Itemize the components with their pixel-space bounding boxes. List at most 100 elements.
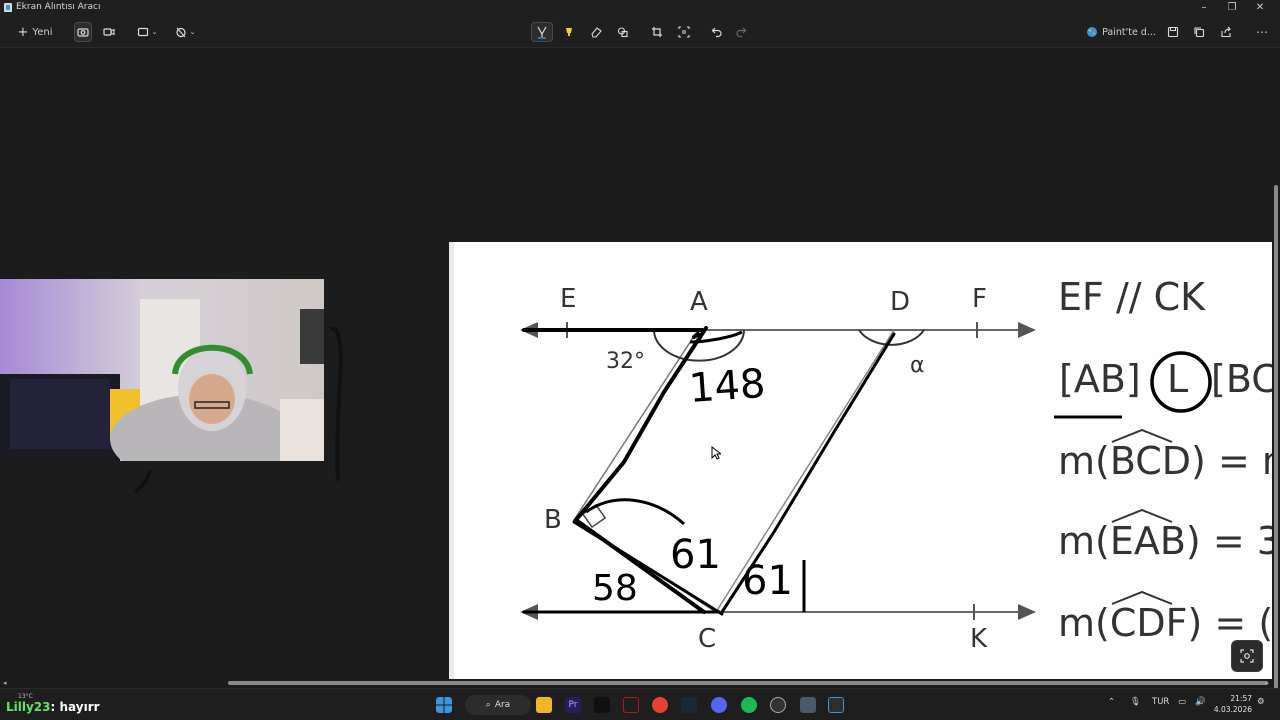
title-bar: Ekran Alıntısı Aracı – ❐ ✕: [0, 0, 1280, 16]
crop-button[interactable]: [648, 22, 666, 42]
obs-studio-icon[interactable]: [770, 697, 786, 713]
point-label-a: A: [690, 287, 708, 317]
shapes-icon: [617, 27, 628, 38]
scroll-left-icon[interactable]: ◂: [3, 679, 7, 687]
handwritten-58: 58: [592, 568, 638, 609]
netflix-icon[interactable]: [623, 697, 639, 713]
camera-icon: [77, 28, 89, 37]
open-in-paint-label: Paint'te d...: [1102, 26, 1156, 38]
screenshot-mode-button[interactable]: [74, 22, 92, 42]
given-m-bcd: m(BCD) = m: [1058, 439, 1272, 483]
webcam-feed-image: [0, 279, 324, 461]
geometry-figure: E A D F B C K 32° α 148 61 61 58 EF // C…: [520, 275, 1272, 654]
chat-separator: :: [50, 700, 60, 714]
snipping-tool-taskbar-icon[interactable]: [828, 697, 844, 713]
snipping-tool-app-icon: [4, 3, 12, 12]
visual-search-icon: [1240, 649, 1254, 663]
toolbar: + Yeni ⌄ ⌄ Paint'te d... ⋯: [0, 16, 1280, 48]
window-title: Ekran Alıntısı Aracı: [16, 2, 101, 12]
taskbar: ⌕ Ara Pr ⌃ 🎙 TUR ▭ 🔊 21:57 4.03.2026 ⚙: [0, 688, 1280, 720]
horizontal-scrollbar[interactable]: ◂ ▸: [0, 679, 1272, 687]
undo-button[interactable]: [708, 22, 726, 42]
chevron-down-icon: ⌄: [151, 28, 158, 36]
point-label-f: F: [972, 284, 987, 314]
tradingview-icon[interactable]: [594, 697, 610, 713]
snip-shape-dropdown[interactable]: ⌄: [134, 22, 160, 42]
crop-icon: [652, 27, 662, 37]
rectangle-select-icon: [137, 27, 148, 37]
given-m-cdf: m(CDF) = (: [1058, 601, 1272, 645]
point-label-k: K: [970, 624, 988, 654]
network-icon[interactable]: ▭: [1178, 697, 1186, 707]
taskbar-search[interactable]: ⌕ Ara: [465, 695, 531, 715]
delay-dropdown[interactable]: ⌄: [172, 22, 198, 42]
restore-button[interactable]: ❐: [1218, 1, 1246, 15]
save-icon: [1167, 26, 1179, 38]
taskbar-clock[interactable]: 21:57 4.03.2026: [1212, 693, 1252, 715]
visual-search-button[interactable]: [1231, 640, 1263, 672]
tray-overflow-chevron-icon[interactable]: ⌃: [1108, 697, 1115, 707]
weather-badge: 13°C: [18, 693, 33, 700]
angle-32-label: 32°: [606, 349, 645, 374]
text-actions-icon: [678, 26, 690, 38]
point-label-b: B: [544, 505, 562, 535]
given-perp-ab: [AB]: [1059, 357, 1141, 401]
chat-overlay-message: Lilly23: hayırr: [6, 700, 100, 714]
given-perp-symbol: L: [1167, 357, 1188, 401]
given-parallel: EF // CK: [1058, 275, 1206, 319]
video-mode-button[interactable]: [100, 22, 118, 42]
handwritten-61-right: 61: [742, 558, 793, 604]
redo-icon: [736, 27, 747, 38]
handwritten-61-left: 61: [670, 532, 721, 578]
vertical-scrollbar[interactable]: [1272, 49, 1280, 693]
close-button[interactable]: ✕: [1246, 1, 1274, 15]
given-perp-bc: [BC]: [1211, 357, 1272, 401]
new-snip-button[interactable]: + Yeni: [14, 22, 56, 42]
mouse-cursor-icon: [711, 446, 721, 460]
new-snip-label: Yeni: [32, 26, 53, 38]
microphone-icon[interactable]: 🎙: [1130, 697, 1141, 707]
point-label-c: C: [698, 624, 716, 654]
open-in-paint-button[interactable]: Paint'te d...: [1086, 22, 1156, 42]
eraser-button[interactable]: [587, 22, 605, 42]
more-options-icon[interactable]: ⋯: [1253, 22, 1271, 42]
windows-start-icon[interactable]: [436, 697, 452, 713]
highlighter-icon: [566, 28, 572, 36]
webcam-overlay: [0, 279, 324, 461]
premiere-pro-icon[interactable]: Pr: [565, 697, 581, 713]
calculator-icon[interactable]: [800, 697, 816, 713]
discord-icon[interactable]: [711, 697, 727, 713]
chat-text: hayırr: [59, 700, 100, 714]
copy-button[interactable]: [1190, 22, 1208, 42]
save-button[interactable]: [1164, 22, 1182, 42]
vertical-scroll-thumb[interactable]: [1274, 185, 1278, 693]
input-language[interactable]: TUR: [1152, 697, 1169, 707]
redo-button[interactable]: [732, 22, 750, 42]
ballpoint-pen-icon: [537, 26, 547, 39]
volume-icon[interactable]: 🔊: [1195, 697, 1206, 707]
file-explorer-icon[interactable]: [536, 697, 552, 713]
clock-date: 4.03.2026: [1213, 705, 1252, 714]
steam-icon[interactable]: [681, 697, 697, 713]
chrome-icon[interactable]: [652, 697, 668, 713]
highlighter-button[interactable]: [560, 22, 578, 42]
point-label-d: D: [890, 287, 910, 317]
scroll-right-icon[interactable]: ▸: [1265, 679, 1269, 687]
taskbar-search-label: Ara: [494, 700, 511, 710]
plus-icon: +: [17, 24, 29, 40]
share-icon: [1221, 26, 1231, 38]
copy-icon: [1194, 27, 1205, 38]
ballpoint-pen-button[interactable]: [531, 22, 553, 42]
spotify-icon[interactable]: [741, 697, 757, 713]
eraser-icon: [591, 27, 602, 38]
notification-bell-icon[interactable]: ⚙: [1257, 697, 1265, 707]
text-actions-button[interactable]: [675, 22, 693, 42]
paint-palette-icon: [1087, 27, 1098, 37]
point-label-e: E: [560, 284, 576, 314]
chevron-down-icon: ⌄: [189, 28, 196, 36]
minimize-button[interactable]: –: [1190, 1, 1218, 15]
horizontal-scroll-thumb[interactable]: [228, 681, 1268, 685]
given-m-eab: m(EAB) = 3: [1058, 519, 1272, 563]
share-button[interactable]: [1217, 22, 1235, 42]
shapes-button[interactable]: [614, 22, 632, 42]
